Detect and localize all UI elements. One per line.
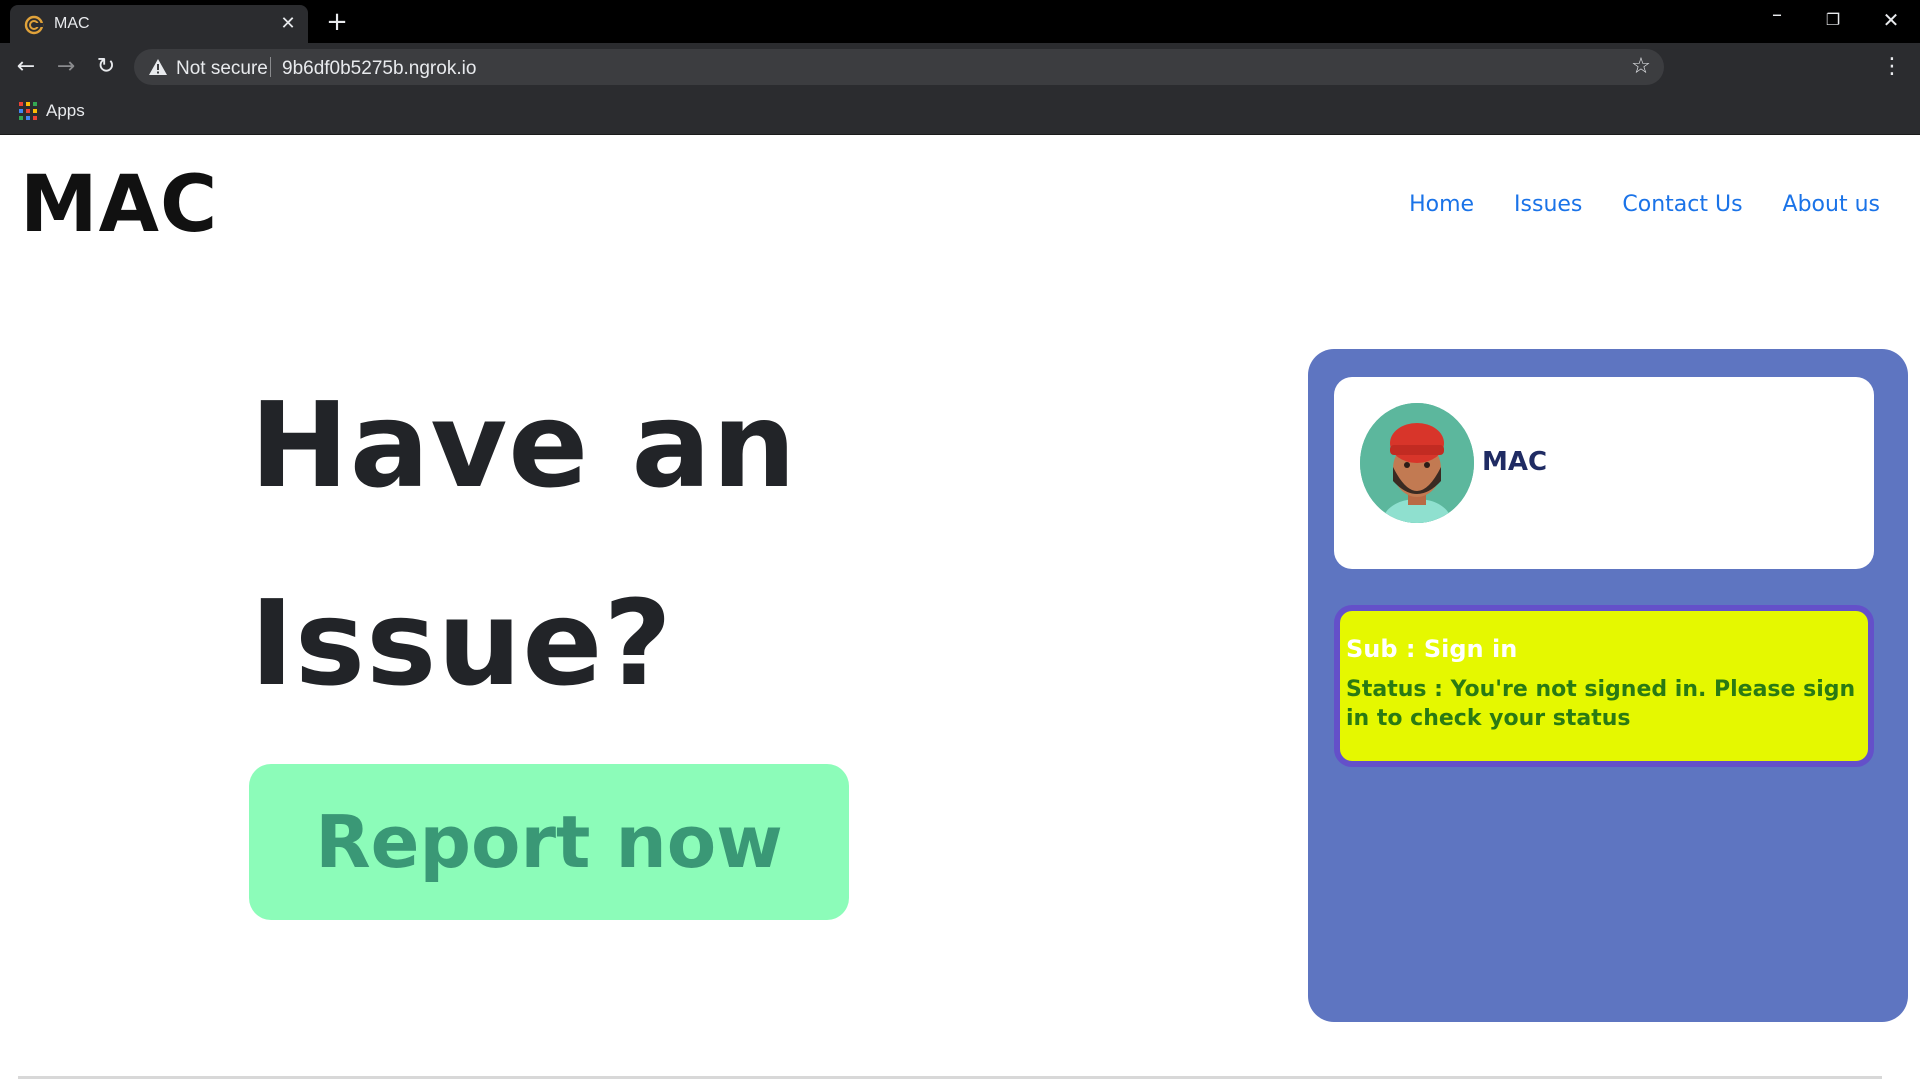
site-logo[interactable]: MAC (20, 160, 218, 250)
page-content: MAC Home Issues Contact Us About us Have… (0, 136, 1920, 1080)
warning-icon (149, 59, 167, 75)
nav-link-issues[interactable]: Issues (1514, 192, 1582, 217)
close-window-icon[interactable]: ✕ (1876, 6, 1906, 34)
status-card: Sub : Sign in Status : You're not signed… (1334, 605, 1874, 767)
nav-link-contact-us[interactable]: Contact Us (1622, 192, 1742, 217)
browser-tabstrip: MAC ✕ + – ❐ ✕ (0, 0, 1920, 43)
restore-window-icon[interactable]: ❐ (1818, 6, 1848, 34)
report-now-button[interactable]: Report now (249, 764, 849, 920)
user-status-panel: MAC Sub : Sign in Status : You're not si… (1308, 349, 1908, 1022)
tab-title: MAC (54, 15, 90, 32)
profile-card: MAC (1334, 377, 1874, 569)
apps-grid-icon[interactable] (19, 102, 37, 120)
forward-arrow-icon[interactable]: → (52, 53, 80, 81)
main-nav: Home Issues Contact Us About us (1409, 192, 1880, 217)
profile-name: MAC (1482, 447, 1548, 477)
bookmarks-bar: Apps (0, 91, 1920, 135)
user-avatar-icon (1360, 403, 1474, 523)
hero-heading-line-1: Have an (250, 376, 798, 514)
bookmark-star-icon[interactable]: ☆ (1628, 54, 1654, 80)
site-favicon-icon (24, 15, 44, 35)
minimize-window-icon[interactable]: – (1762, 4, 1792, 34)
omnibox-divider (270, 57, 271, 77)
hero-heading-line-2: Issue? (250, 574, 673, 712)
address-bar[interactable]: Not secure 9b6df0b5275b.ngrok.io ☆ (134, 49, 1664, 85)
status-subject: Sub : Sign in (1346, 635, 1518, 663)
browser-menu-icon[interactable]: ⋮ (1880, 53, 1904, 81)
browser-toolbar: ← → ↻ Not secure 9b6df0b5275b.ngrok.io ☆… (0, 43, 1920, 91)
url-text[interactable]: 9b6df0b5275b.ngrok.io (282, 58, 476, 80)
status-message: Status : You're not signed in. Please si… (1346, 677, 1856, 731)
close-tab-icon[interactable]: ✕ (278, 14, 298, 34)
reload-icon[interactable]: ↻ (92, 53, 120, 81)
browser-tab[interactable]: MAC ✕ (10, 5, 308, 43)
security-label: Not secure (176, 58, 268, 79)
back-arrow-icon[interactable]: ← (12, 53, 40, 81)
new-tab-button[interactable]: + (323, 8, 351, 36)
bookmark-apps[interactable]: Apps (46, 101, 85, 121)
nav-link-about-us[interactable]: About us (1783, 192, 1880, 217)
page-divider (18, 1076, 1882, 1079)
nav-link-home[interactable]: Home (1409, 192, 1474, 217)
